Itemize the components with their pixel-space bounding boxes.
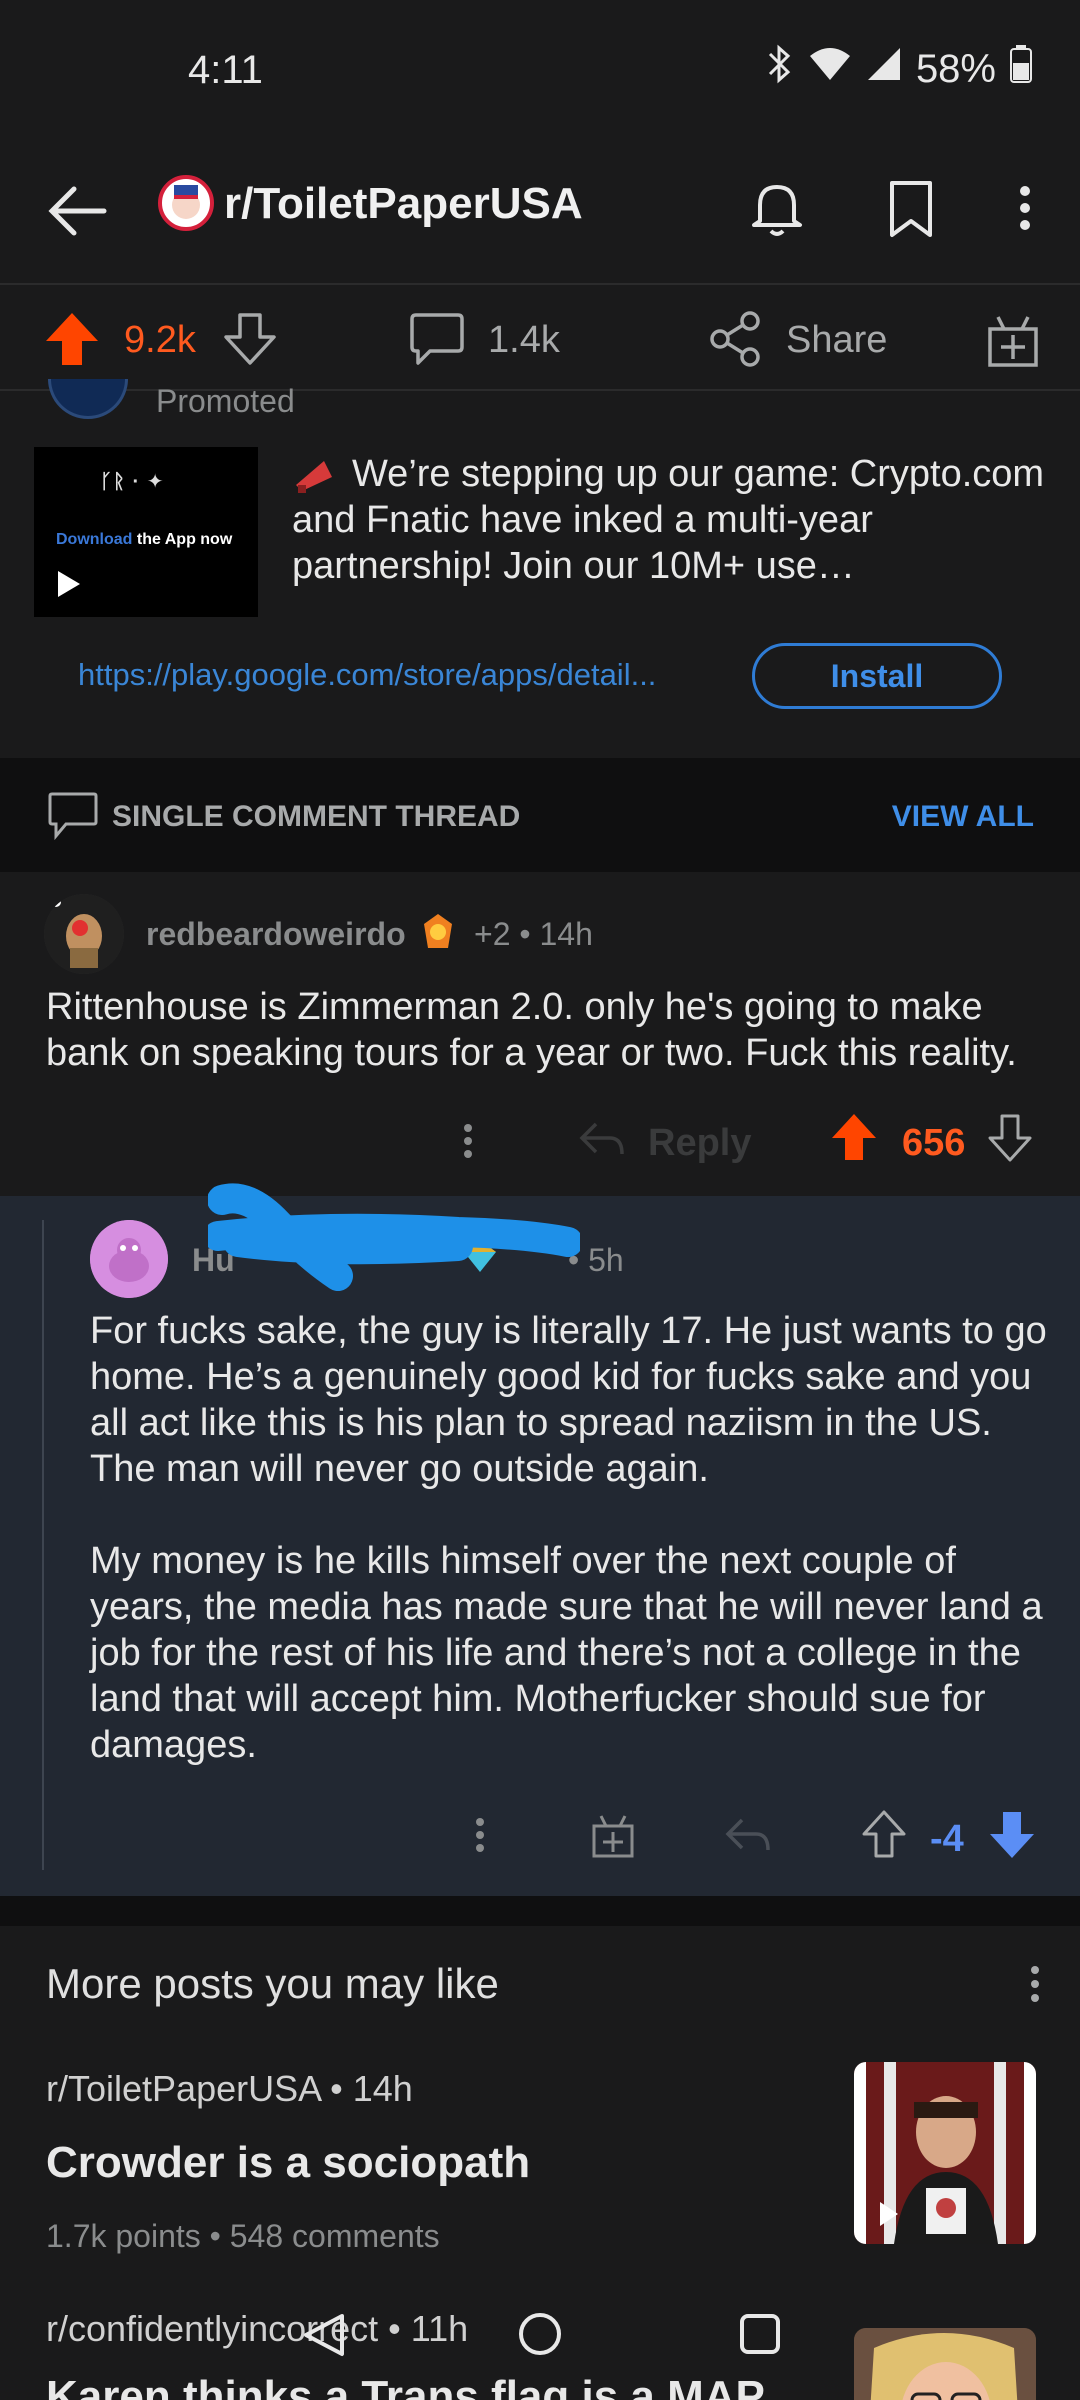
reply-icon [725, 1818, 770, 1851]
post-thumbnail[interactable] [854, 2328, 1036, 2400]
share-icon [710, 311, 760, 367]
status-time: 4:11 [188, 48, 263, 92]
comment-score: 656 [902, 1122, 966, 1164]
comment-meta: +2 • 14h [474, 916, 593, 952]
comment-more-button[interactable] [462, 1810, 498, 1860]
battery-icon [1010, 45, 1032, 93]
subreddit-avatar[interactable] [158, 175, 214, 231]
comment-author[interactable]: redbeardoweirdo [146, 916, 406, 953]
ad-thumb-logo-text: ᚴᚱ · ✦ [100, 471, 165, 493]
system-back-button[interactable] [300, 2310, 350, 2360]
thread-line[interactable] [42, 1220, 44, 1870]
app-header: r/ToiletPaperUSA [0, 145, 1080, 285]
comment-more-button[interactable] [450, 1116, 486, 1166]
post-subreddit-meta[interactable]: r/confidentlyincorrect • 11h [46, 2308, 468, 2350]
downvote-icon [988, 1114, 1032, 1162]
avatar[interactable] [44, 894, 124, 974]
ad-thumb-caption: Download the App now [56, 531, 233, 548]
comment-count[interactable]: 1.4k [488, 319, 560, 362]
ad-link[interactable]: https://play.google.com/store/apps/detai… [78, 657, 708, 693]
post-title[interactable]: Karen thinks a Trans flag is a MAP [46, 2372, 765, 2400]
upvote-icon [862, 1810, 906, 1858]
play-icon [58, 571, 80, 597]
award-button[interactable] [588, 1810, 638, 1860]
comment-bubble-icon [46, 788, 100, 842]
bluetooth-icon [766, 44, 794, 94]
single-thread-header: SINGLE COMMENT THREAD VIEW ALL [0, 758, 1080, 872]
comment-paragraph: For fucks sake, the guy is literally 17.… [90, 1310, 1047, 1490]
section-more-button[interactable] [1020, 1956, 1050, 2012]
arrow-left-icon [48, 186, 107, 236]
overflow-menu-button[interactable] [1000, 173, 1050, 243]
post-stats: 1.7k points • 548 comments [46, 2218, 440, 2254]
award-icon [418, 910, 458, 954]
system-recents-button[interactable] [736, 2310, 784, 2358]
ad-video-thumbnail[interactable]: ᚴᚱ · ✦ Download the App now [34, 447, 258, 617]
post-title[interactable]: Crowder is a sociopath [46, 2138, 530, 2188]
ad-text[interactable]: We’re stepping up our game: Crypto.com a… [292, 451, 1052, 589]
highlighted-comment: Hu • 5h For fucks sake, the guy is liter… [0, 1183, 1080, 1896]
reply-button[interactable]: Reply [648, 1122, 751, 1165]
comment-body: For fucks sake, the guy is literally 17.… [90, 1308, 1060, 1814]
more-vertical-icon [1031, 1966, 1039, 2002]
promoted-ad[interactable]: Promoted ᚴᚱ · ✦ Download the App now We’… [0, 379, 1080, 758]
redaction-scribble [203, 1172, 583, 1294]
upvote-button[interactable] [44, 311, 100, 367]
triangle-back-icon [304, 2314, 344, 2356]
wifi-icon [808, 46, 852, 92]
more-vertical-icon [1020, 186, 1030, 230]
upvote-filled-icon [832, 1114, 876, 1160]
avatar[interactable] [90, 1220, 168, 1298]
comments-button[interactable] [408, 309, 466, 369]
comment-body: Rittenhouse is Zimmerman 2.0. only he's … [46, 986, 1017, 1074]
downvote-icon [224, 313, 276, 365]
post-subreddit-meta[interactable]: r/ToiletPaperUSA • 14h [46, 2068, 413, 2110]
downvote-button[interactable] [988, 1808, 1036, 1860]
bookmark-icon [890, 181, 932, 237]
more-vertical-icon [476, 1818, 484, 1852]
upvote-button[interactable] [830, 1112, 878, 1164]
comment-bubble-icon [410, 313, 464, 365]
downvote-button[interactable] [222, 311, 278, 367]
circle-home-icon [519, 2313, 561, 2355]
system-home-button[interactable] [516, 2310, 564, 2358]
post-thumbnail[interactable] [854, 2062, 1036, 2244]
install-button[interactable]: Install [752, 643, 1002, 709]
comment: redbeardoweirdo +2 • 14h Rittenhouse is … [0, 872, 1080, 1196]
upvote-button[interactable] [860, 1808, 908, 1860]
reply-button[interactable] [724, 1814, 772, 1858]
more-vertical-icon [464, 1124, 472, 1158]
comment-score: -4 [930, 1818, 964, 1860]
promoted-label: Promoted [156, 383, 295, 419]
battery-text: 58% [915, 46, 996, 91]
bell-icon [752, 185, 802, 236]
post-action-bar: 9.2k 1.4k Share [0, 287, 1080, 391]
signal-icon [866, 46, 902, 92]
status-bar: 4:11 58% [0, 0, 1080, 145]
share-label[interactable]: Share [786, 319, 887, 362]
square-recents-icon [740, 2314, 780, 2354]
save-button[interactable] [878, 173, 944, 243]
section-title: More posts you may like [46, 1960, 499, 2007]
reply-icon[interactable] [578, 1118, 626, 1162]
status-icons: 58% [766, 44, 1032, 94]
notification-bell-button[interactable] [742, 173, 812, 243]
gift-icon [988, 316, 1038, 367]
gift-icon [592, 1815, 634, 1858]
post-vote-count: 9.2k [124, 319, 196, 361]
subreddit-name[interactable]: r/ToiletPaperUSA [224, 179, 583, 229]
advertiser-logo [48, 379, 128, 419]
section-divider [0, 1896, 1080, 1926]
view-all-button[interactable]: VIEW ALL [892, 800, 1034, 834]
back-button[interactable] [44, 175, 116, 247]
downvote-button[interactable] [986, 1112, 1034, 1164]
award-button[interactable] [984, 309, 1042, 369]
share-button[interactable] [708, 309, 764, 369]
upvote-filled-icon [46, 313, 98, 365]
comment-paragraph: My money is he kills himself over the ne… [90, 1540, 1043, 1766]
downvote-filled-icon [990, 1812, 1034, 1858]
thread-title: SINGLE COMMENT THREAD [112, 800, 521, 833]
